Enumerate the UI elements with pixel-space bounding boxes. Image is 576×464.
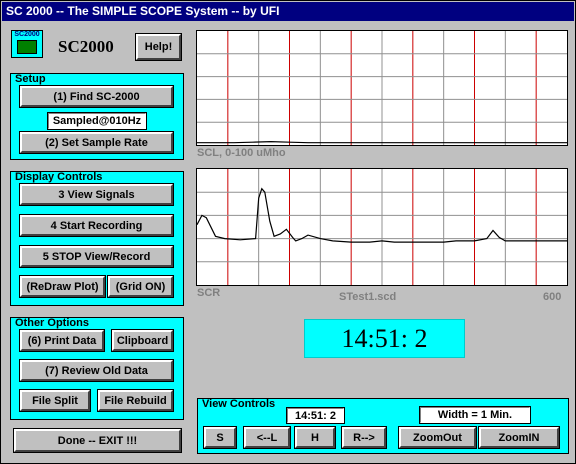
- clipboard-button[interactable]: Clipboard: [111, 329, 174, 352]
- app-logo-icon: SC2000: [11, 30, 43, 58]
- view-start-button[interactable]: S: [203, 426, 237, 449]
- scl-axis-label: SCL, 0-100 uMho: [197, 147, 286, 159]
- sample-rate-status: Sampled@010Hz: [47, 112, 147, 130]
- view-left-button[interactable]: <--L: [243, 426, 291, 449]
- redraw-plot-button[interactable]: (ReDraw Plot): [19, 275, 106, 298]
- app-window: SC 2000 -- The SIMPLE SCOPE System -- by…: [0, 0, 576, 464]
- view-signals-button[interactable]: 3 View Signals: [19, 183, 174, 206]
- zoom-out-button[interactable]: ZoomOut: [398, 426, 477, 449]
- file-rebuild-button[interactable]: File Rebuild: [97, 389, 174, 412]
- review-old-data-button[interactable]: (7) Review Old Data: [19, 359, 174, 382]
- setup-title: Setup: [15, 73, 46, 85]
- file-split-button[interactable]: File Split: [19, 389, 91, 412]
- app-name: SC2000: [58, 37, 114, 56]
- zoom-in-button[interactable]: ZoomIN: [478, 426, 560, 449]
- other-options-title: Other Options: [15, 317, 89, 329]
- view-controls-title: View Controls: [202, 398, 276, 410]
- scr-plot: [196, 168, 568, 286]
- view-right-button[interactable]: R-->: [341, 426, 387, 449]
- file-name-label: STest1.scd: [339, 291, 397, 303]
- clock-display: 14:51: 2: [304, 319, 465, 358]
- help-button[interactable]: Help!: [135, 33, 182, 61]
- stop-view-record-button[interactable]: 5 STOP View/Record: [19, 245, 174, 268]
- view-width-display: Width = 1 Min.: [419, 406, 531, 424]
- set-sample-rate-button[interactable]: (2) Set Sample Rate: [19, 131, 174, 154]
- find-sc2000-button[interactable]: (1) Find SC-2000: [19, 85, 174, 108]
- x-max-label: 600: [543, 291, 562, 303]
- grid-toggle-button[interactable]: (Grid ON): [107, 275, 174, 298]
- scr-axis-label: SCR: [197, 287, 221, 299]
- start-recording-button[interactable]: 4 Start Recording: [19, 214, 174, 237]
- scl-plot: [196, 30, 568, 146]
- title-bar: SC 2000 -- The SIMPLE SCOPE System -- by…: [2, 2, 574, 21]
- exit-button[interactable]: Done -- EXIT !!!: [13, 428, 182, 453]
- view-time-display: 14:51: 2: [286, 407, 345, 424]
- view-home-button[interactable]: H: [294, 426, 336, 449]
- print-data-button[interactable]: (6) Print Data: [19, 329, 105, 352]
- display-controls-title: Display Controls: [15, 171, 103, 183]
